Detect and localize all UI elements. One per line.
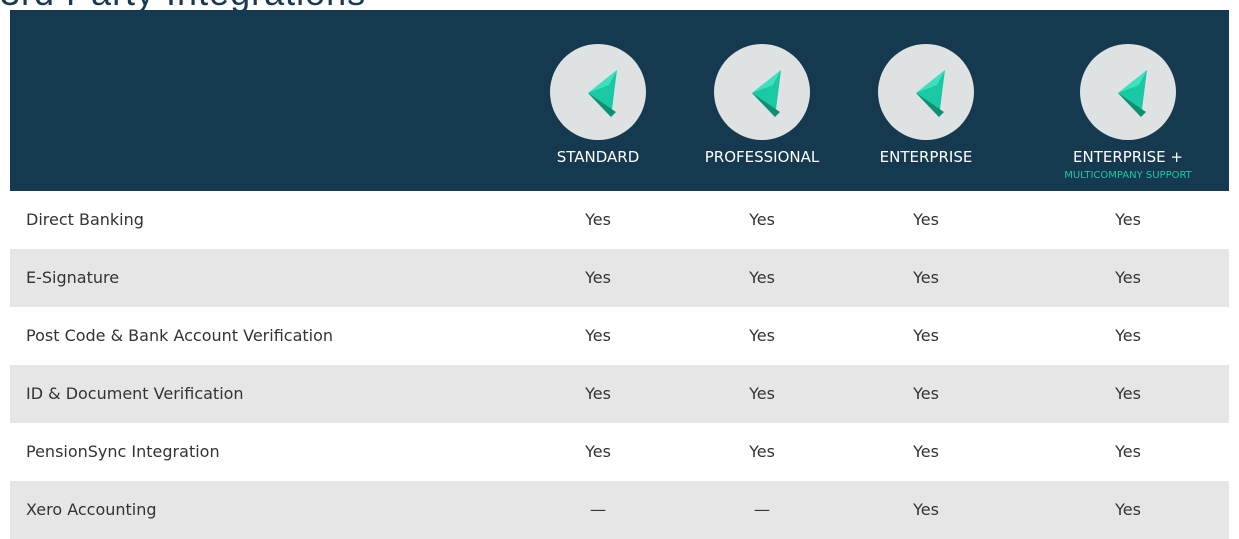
table-row: Post Code & Bank Account Verification Ye… — [10, 307, 1229, 365]
value-cell: Yes — [585, 210, 611, 229]
value-cell: Yes — [1115, 268, 1141, 287]
value-cell: Yes — [913, 442, 939, 461]
feature-name: Xero Accounting — [26, 500, 157, 519]
plan-name: ENTERPRISE — [879, 148, 973, 166]
value-cell: Yes — [1115, 442, 1141, 461]
feature-name: Post Code & Bank Account Verification — [26, 326, 334, 345]
value-cell: Yes — [1115, 384, 1141, 403]
value-cell: — — [754, 500, 770, 519]
value-cell: Yes — [1115, 210, 1141, 229]
plan-column-enterprise-plus: ENTERPRISE + MULTICOMPANY SUPPORT — [1028, 10, 1228, 191]
green-triangle-logo-icon — [714, 44, 810, 140]
table-header: STANDARD PROFESSIONAL ENTERPRISE ENTERPR… — [10, 10, 1229, 191]
value-cell: Yes — [1115, 500, 1141, 519]
value-cell: Yes — [913, 384, 939, 403]
value-cell: Yes — [913, 268, 939, 287]
value-cell: Yes — [1115, 326, 1141, 345]
plan-column-professional: PROFESSIONAL — [687, 10, 837, 191]
plan-column-standard: STANDARD — [538, 10, 658, 191]
table-row: Direct Banking Yes Yes Yes Yes — [10, 191, 1229, 249]
value-cell: Yes — [749, 326, 775, 345]
value-cell: Yes — [749, 210, 775, 229]
feature-name: E-Signature — [26, 268, 120, 287]
value-cell: Yes — [913, 500, 939, 519]
value-cell: Yes — [913, 210, 939, 229]
value-cell: Yes — [749, 384, 775, 403]
plan-name: ENTERPRISE + — [1073, 148, 1183, 166]
table-row: PensionSync Integration Yes Yes Yes Yes — [10, 423, 1229, 481]
green-triangle-logo-icon — [878, 44, 974, 140]
feature-name: ID & Document Verification — [26, 384, 244, 403]
value-cell: Yes — [585, 268, 611, 287]
plan-subtitle: MULTICOMPANY SUPPORT — [1064, 170, 1192, 181]
value-cell: Yes — [749, 442, 775, 461]
value-cell: Yes — [585, 326, 611, 345]
value-cell: Yes — [913, 326, 939, 345]
plan-name: STANDARD — [556, 148, 640, 166]
value-cell: Yes — [585, 384, 611, 403]
green-triangle-logo-icon — [550, 44, 646, 140]
value-cell: — — [590, 500, 606, 519]
table-row: Xero Accounting — — Yes Yes — [10, 481, 1229, 539]
table-row: E-Signature Yes Yes Yes Yes — [10, 249, 1229, 307]
value-cell: Yes — [749, 268, 775, 287]
table-row: ID & Document Verification Yes Yes Yes Y… — [10, 365, 1229, 423]
feature-name: Direct Banking — [26, 210, 144, 229]
plan-comparison-table: STANDARD PROFESSIONAL ENTERPRISE ENTERPR… — [10, 10, 1229, 539]
value-cell: Yes — [585, 442, 611, 461]
plan-name: PROFESSIONAL — [704, 148, 820, 166]
green-triangle-logo-icon — [1080, 44, 1176, 140]
feature-name: PensionSync Integration — [26, 442, 220, 461]
plan-column-enterprise: ENTERPRISE — [866, 10, 986, 191]
